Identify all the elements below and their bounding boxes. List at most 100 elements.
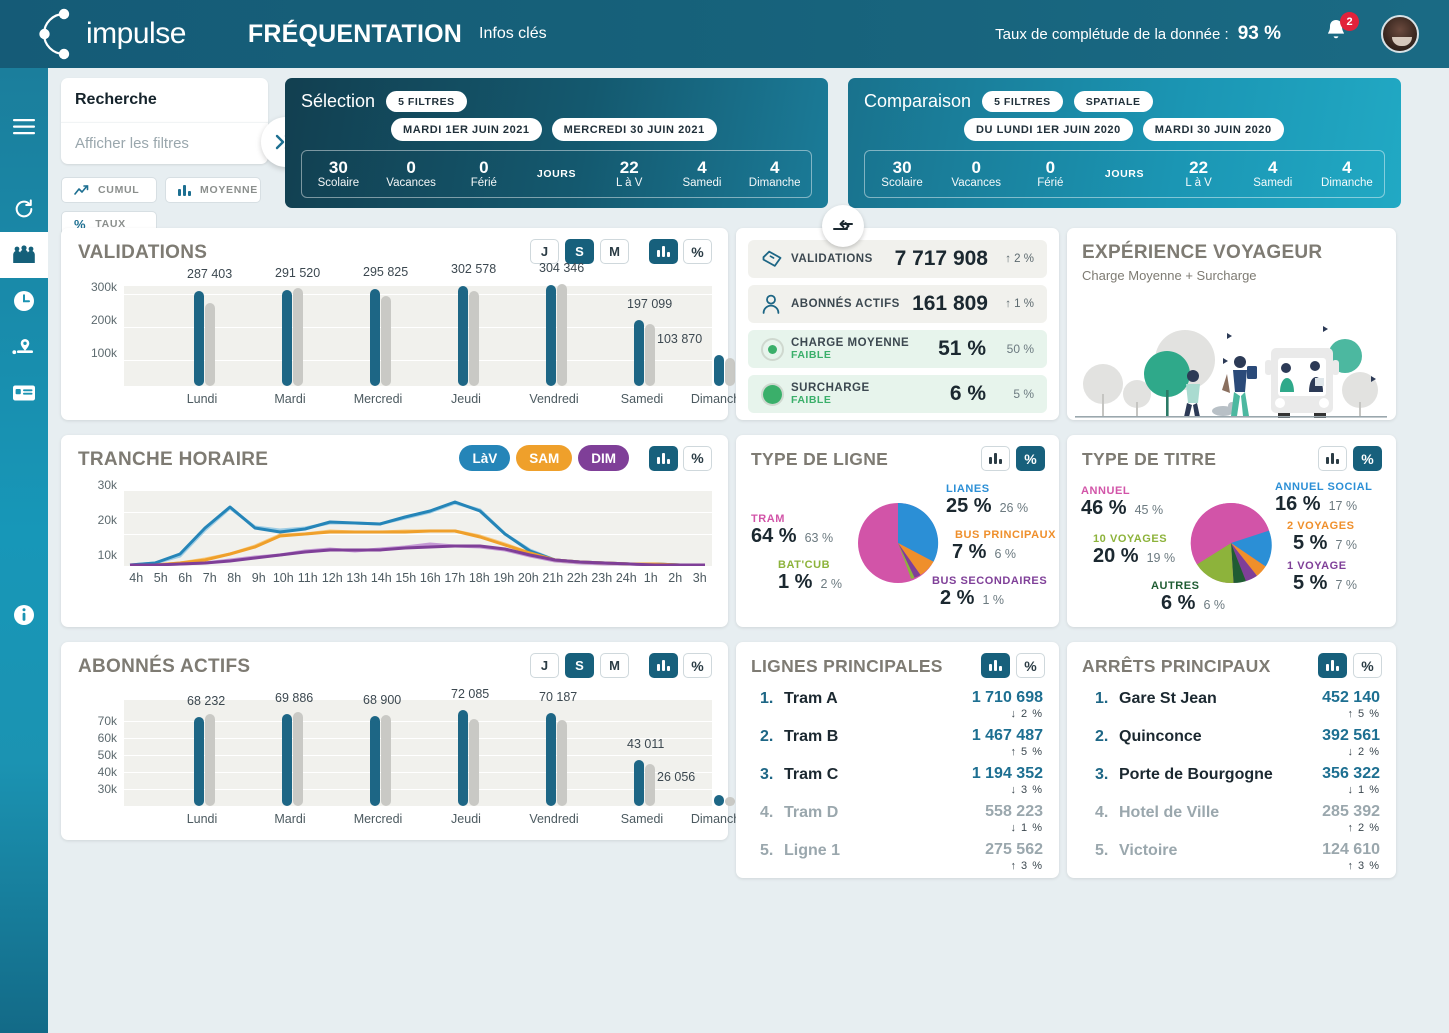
bar-mercredi-compare — [381, 715, 391, 806]
bar-jeudi[interactable] — [458, 286, 468, 386]
x-label: 5h — [153, 571, 168, 585]
toggle-percent-view[interactable]: % — [683, 445, 712, 471]
selection-filters-pill[interactable]: 5 FILTRES — [386, 91, 467, 112]
stat-value: 4 — [1268, 158, 1278, 178]
kpi-charge-moyenne[interactable]: CHARGE MOYENNE FAIBLE 51 % 50 % — [748, 330, 1047, 368]
cumul-button[interactable]: CUMUL — [61, 177, 157, 203]
bars-icon — [657, 660, 670, 671]
kpi-abonnes-actifs[interactable]: ABONNÉS ACTIFS 161 809 ↑ 1 % — [748, 285, 1047, 323]
selection-date-end[interactable]: MERCREDI 30 JUIN 2021 — [551, 118, 717, 141]
comparison-spatiale-pill[interactable]: SPATIALE — [1073, 91, 1153, 112]
delta: ↓ 1 % — [1322, 784, 1380, 796]
toggle-percent-view[interactable]: % — [1353, 653, 1382, 678]
bar-vendredi[interactable] — [546, 285, 556, 386]
list-item[interactable]: 1. Gare St Jean 452 140 ↑ 5 % — [1095, 690, 1380, 721]
toggle-bars-view[interactable] — [649, 653, 678, 678]
bar-mardi[interactable] — [282, 714, 292, 806]
toggle-bars-view[interactable] — [1318, 653, 1347, 678]
toggle-bars-view[interactable] — [981, 446, 1010, 471]
list-item[interactable]: 5. Victoire 124 610 ↑ 3 % — [1095, 842, 1380, 873]
show-filters-row[interactable]: Afficher les filtres — [61, 117, 311, 167]
bar-dimanche[interactable] — [714, 355, 724, 386]
sidebar-item-menu[interactable] — [0, 104, 48, 150]
search-box[interactable] — [61, 78, 314, 122]
list-item[interactable]: 3. Tram C 1 194 352 ↓ 3 % — [760, 766, 1043, 797]
toggle-semaine[interactable]: S — [565, 653, 594, 678]
x-label: 22h — [566, 571, 588, 585]
toggle-mois[interactable]: M — [600, 653, 629, 678]
list-item[interactable]: 5. Ligne 1 275 562 ↑ 3 % — [760, 842, 1043, 873]
sidebar-item-titres[interactable] — [0, 370, 48, 416]
x-label: 8h — [227, 571, 242, 585]
sidebar-item-refresh[interactable] — [0, 186, 48, 232]
sidebar-item-frequentation[interactable] — [0, 232, 48, 278]
delta-value: 3 % — [1021, 784, 1043, 796]
bar-samedi[interactable] — [634, 760, 644, 806]
toggle-percent-view[interactable]: % — [683, 239, 712, 264]
toggle-percent-view[interactable]: % — [1353, 446, 1382, 471]
menu-icon — [13, 119, 35, 135]
stop-name: Porte de Bourgogne — [1119, 766, 1273, 783]
toggle-bars-view[interactable] — [649, 445, 678, 471]
notifications-button[interactable]: 2 — [1323, 12, 1359, 51]
rank: 5. — [760, 842, 774, 859]
legend-lav[interactable]: LàV — [459, 445, 511, 471]
comparison-date-end[interactable]: MARDI 30 JUIN 2020 — [1142, 118, 1284, 141]
moyenne-button[interactable]: MOYENNE — [165, 177, 261, 203]
bar-jeudi[interactable] — [458, 710, 468, 806]
value-block: 452 140 ↑ 5 % — [1322, 690, 1380, 721]
sidebar-item-horaires[interactable] — [0, 278, 48, 324]
toggle-bars-view[interactable] — [981, 653, 1010, 678]
toggle-bars-view[interactable] — [649, 239, 678, 264]
people-icon — [13, 245, 35, 263]
search-input[interactable] — [75, 91, 294, 109]
pie-label-annuel-social: ANNUEL SOCIAL 16 % 17 % — [1275, 481, 1372, 516]
kpi-name: CHARGE MOYENNE — [791, 337, 910, 349]
bar-mercredi[interactable] — [370, 289, 380, 386]
bar-lundi[interactable] — [194, 717, 204, 806]
bar-lundi[interactable] — [194, 291, 204, 386]
kpi-validations[interactable]: VALIDATIONS 7 717 908 ↑ 2 % — [748, 240, 1047, 278]
toggle-percent-view[interactable]: % — [1016, 446, 1045, 471]
comparison-date-start[interactable]: DU LUNDI 1ER JUIN 2020 — [964, 118, 1133, 141]
toggle-percent-view[interactable]: % — [1016, 653, 1045, 678]
bar-mardi-compare — [293, 288, 303, 386]
kpi-name-block: CHARGE MOYENNE FAIBLE — [791, 337, 909, 361]
list-item[interactable]: 2. Tram B 1 467 487 ↑ 5 % — [760, 728, 1043, 759]
arrow-icon: ↑ — [1347, 860, 1354, 872]
list-item[interactable]: 3. Porte de Bourgogne 356 322 ↓ 1 % — [1095, 766, 1380, 797]
legend-sam[interactable]: SAM — [516, 445, 573, 471]
x-label-jeudi: Jeudi — [451, 812, 481, 826]
list-item[interactable]: 4. Tram D 558 223 ↓ 1 % — [760, 804, 1043, 835]
list-item[interactable]: 1. Tram A 1 710 698 ↓ 2 % — [760, 690, 1043, 721]
logo-text: impulse — [86, 17, 186, 50]
avatar[interactable] — [1381, 15, 1419, 53]
sidebar-item-localisation[interactable] — [0, 324, 48, 370]
toggle-bars-view[interactable] — [1318, 446, 1347, 471]
bar-vendredi[interactable] — [546, 713, 556, 806]
bar-mardi[interactable] — [282, 290, 292, 386]
bar-label-mardi: 291 520 — [275, 266, 321, 280]
kpi-surcharge[interactable]: SURCHARGE FAIBLE 6 % 5 % — [748, 375, 1047, 413]
sidebar-item-info[interactable] — [0, 592, 48, 638]
toggle-percent-view[interactable]: % — [683, 653, 712, 678]
logo[interactable]: impulse — [38, 8, 186, 60]
comparison-filters-pill[interactable]: 5 FILTRES — [982, 91, 1063, 112]
bars-icon — [989, 660, 1002, 671]
bar-mercredi[interactable] — [370, 716, 380, 806]
swap-selection-comparison-button[interactable] — [822, 205, 864, 247]
slice-compare: 7 % — [1335, 578, 1358, 592]
legend-dim[interactable]: DIM — [578, 445, 629, 471]
slice-label: 1 VOYAGE — [1287, 560, 1347, 572]
bar-samedi[interactable] — [634, 320, 644, 386]
list-item[interactable]: 2. Quinconce 392 561 ↓ 2 % — [1095, 728, 1380, 759]
bar-dimanche[interactable] — [714, 795, 724, 806]
x-label: 3h — [692, 571, 707, 585]
list-item[interactable]: 4. Hotel de Ville 285 392 ↑ 2 % — [1095, 804, 1380, 835]
toggle-jour[interactable]: J — [530, 653, 559, 678]
toggle-mois[interactable]: M — [600, 239, 629, 264]
stat-vacances: 0 Vacances — [939, 159, 1013, 189]
selection-date-start[interactable]: MARDI 1ER JUIN 2021 — [391, 118, 542, 141]
type-titre-pie[interactable] — [1181, 493, 1281, 593]
slice-label: 2 VOYAGES — [1287, 520, 1355, 532]
